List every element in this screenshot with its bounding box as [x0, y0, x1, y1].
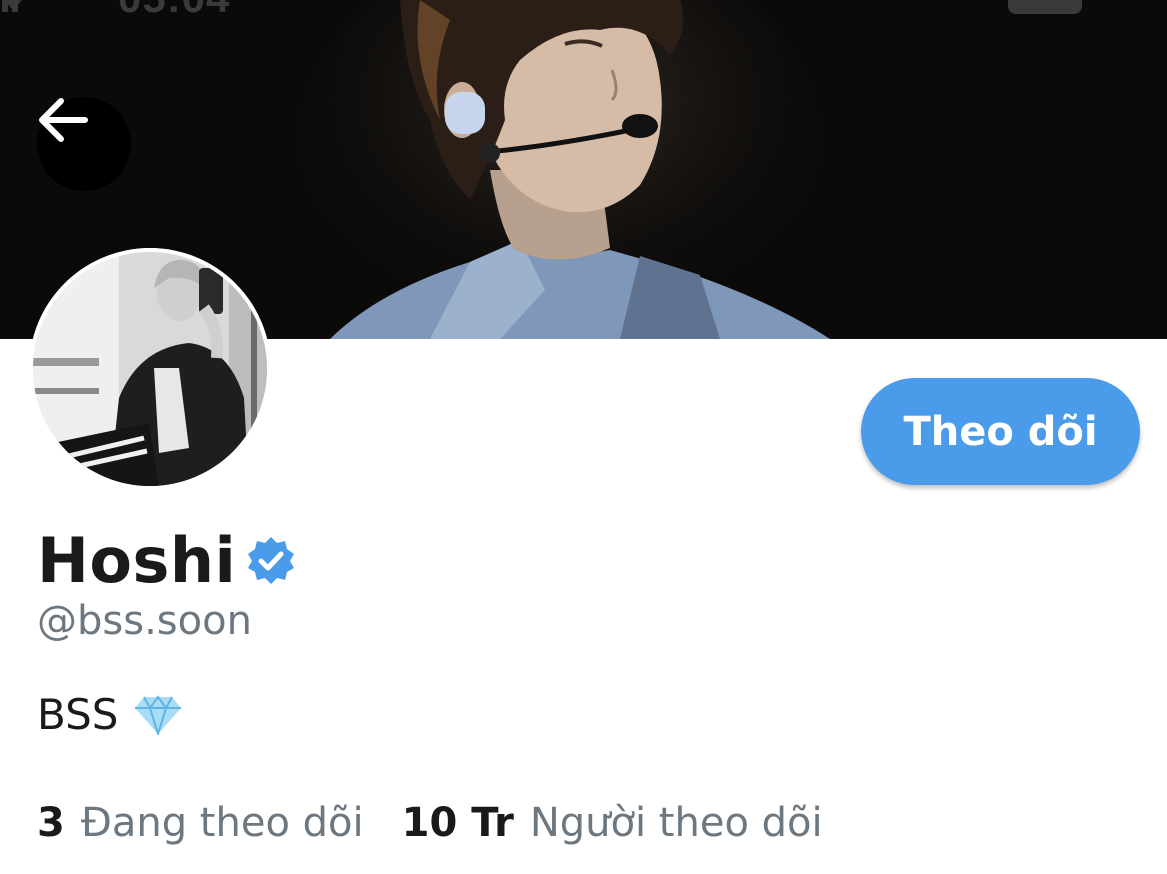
- profile-handle: @bss.soon: [37, 598, 252, 644]
- display-name: Hoshi: [37, 523, 237, 597]
- profile-stats: 3 Đang theo dõi 10 Tr Người theo dõi: [37, 800, 823, 846]
- battery-icon: [1008, 0, 1082, 14]
- gem-icon: [135, 694, 182, 735]
- status-bar: 05:04: [0, 0, 1167, 21]
- bio-text: BSS: [37, 690, 119, 739]
- back-button[interactable]: [37, 97, 131, 191]
- status-time: 05:04: [118, 0, 230, 22]
- profile-name-row: Hoshi: [37, 520, 296, 600]
- followers-link[interactable]: 10 Tr Người theo dõi: [402, 800, 823, 846]
- verified-badge-icon: [248, 537, 295, 584]
- following-count: 3: [37, 800, 65, 846]
- following-label: Đang theo dõi: [80, 800, 364, 846]
- profile-bio: BSS: [37, 690, 182, 739]
- arrow-left-icon: [39, 98, 88, 142]
- profile-avatar[interactable]: [29, 248, 271, 490]
- followers-count: 10 Tr: [401, 800, 514, 846]
- wifi-icon: [4, 0, 22, 10]
- followers-label: Người theo dõi: [529, 800, 823, 846]
- avatar-photo: [29, 248, 271, 490]
- follow-button[interactable]: Theo dõi: [861, 378, 1140, 485]
- following-link[interactable]: 3 Đang theo dõi: [37, 800, 364, 846]
